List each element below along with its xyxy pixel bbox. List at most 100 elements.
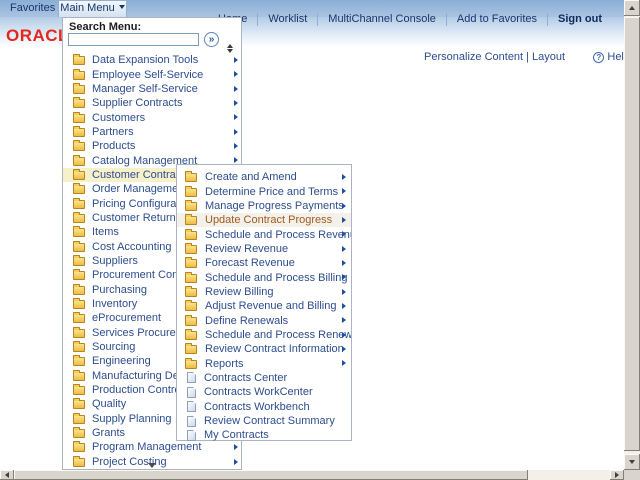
menu-item-label: Update Contract Progress [205, 214, 332, 226]
menu-item-review-contract-summary[interactable]: Review Contract Summary [177, 414, 351, 428]
folder-icon [185, 360, 197, 369]
menu-item-label: Program Management [92, 441, 201, 453]
menu-item-label: Contracts WorkCenter [204, 386, 313, 398]
help-icon: ? [593, 52, 604, 63]
horizontal-scrollbar[interactable] [0, 470, 624, 480]
submenu-arrow-icon [342, 217, 346, 223]
menu-item-adjust-revenue-and-billing[interactable]: Adjust Revenue and Billing [177, 299, 351, 313]
menu-item-label: Production Control [92, 384, 183, 396]
horizontal-scrollbar-thumb[interactable] [14, 470, 528, 480]
menu-item-schedule-and-process-revenue[interactable]: Schedule and Process Revenue [177, 227, 351, 241]
chevron-down-icon [119, 5, 125, 9]
favorites-label: Favorites [10, 2, 55, 14]
submenu-arrow-icon [234, 114, 238, 120]
submenu-arrow-icon [342, 188, 346, 194]
menu-item-data-expansion-tools[interactable]: Data Expansion Tools [63, 53, 241, 67]
menu-item-manager-self-service[interactable]: Manager Self-Service [63, 82, 241, 96]
nav-link-add-to-favorites[interactable]: Add to Favorites [446, 13, 547, 26]
menu-item-schedule-and-process-renewals[interactable]: Schedule and Process Renewals [177, 328, 351, 342]
folder-icon [185, 331, 197, 340]
menu-item-manage-progress-payments[interactable]: Manage Progress Payments [177, 199, 351, 213]
menu-level2-list: Create and Amend Determine Price and Term… [177, 170, 351, 443]
menu-item-review-revenue[interactable]: Review Revenue [177, 242, 351, 256]
menu-item-customers[interactable]: Customers [63, 110, 241, 124]
arrow-up-icon [629, 6, 635, 10]
menu-resize-handle-icon[interactable] [226, 44, 233, 53]
vertical-scrollbar-thumb[interactable] [624, 17, 640, 451]
submenu-arrow-icon [342, 289, 346, 295]
scroll-up-button[interactable] [624, 0, 640, 16]
scroll-left-button[interactable] [0, 470, 14, 480]
menu-item-label: Supply Planning [92, 413, 172, 425]
document-icon [187, 372, 196, 383]
menu-item-review-billing[interactable]: Review Billing [177, 285, 351, 299]
folder-icon [185, 317, 197, 326]
personalize-link-personalize-content[interactable]: Personalize Content [424, 51, 523, 63]
menu-item-label: Manager Self-Service [92, 83, 198, 95]
menu-item-label: Contracts Center [204, 372, 287, 384]
menu-item-label: Items [92, 226, 119, 238]
main-menu-button[interactable]: Main Menu [58, 0, 127, 17]
folder-icon [185, 231, 197, 240]
folder-icon [185, 216, 197, 225]
submenu-arrow-icon [234, 459, 238, 465]
menu-item-label: Engineering [92, 355, 151, 367]
vertical-scrollbar[interactable] [624, 0, 640, 470]
search-go-button[interactable]: » [204, 32, 219, 47]
menu-item-contracts-center[interactable]: Contracts Center [177, 371, 351, 385]
folder-icon [73, 415, 85, 424]
folder-icon [73, 56, 85, 65]
customer-contracts-submenu: Create and Amend Determine Price and Term… [176, 164, 352, 441]
nav-link-sign-out[interactable]: Sign out [547, 13, 612, 26]
menu-item-label: Review Revenue [205, 243, 288, 255]
search-input[interactable] [68, 33, 199, 46]
folder-icon [185, 202, 197, 211]
scroll-down-button[interactable] [624, 454, 640, 470]
personalize-link-layout[interactable]: Layout [532, 51, 565, 63]
folder-icon [73, 300, 85, 309]
folder-icon [185, 188, 197, 197]
folder-icon [73, 71, 85, 80]
menu-item-label: Determine Price and Terms [205, 186, 338, 198]
folder-icon [73, 142, 85, 151]
scroll-down-indicator-icon[interactable] [148, 463, 156, 468]
menu-item-label: Schedule and Process Revenue [205, 229, 351, 241]
menu-item-my-contracts[interactable]: My Contracts [177, 428, 351, 442]
folder-icon [73, 228, 85, 237]
menu-item-label: Order Management [92, 183, 187, 195]
submenu-arrow-icon [342, 260, 346, 266]
menu-item-partners[interactable]: Partners [63, 125, 241, 139]
menu-item-review-contract-information[interactable]: Review Contract Information [177, 342, 351, 356]
menu-item-employee-self-service[interactable]: Employee Self-Service [63, 67, 241, 81]
folder-icon [73, 271, 85, 280]
arrow-left-icon [5, 472, 9, 478]
menu-item-label: Purchasing [92, 284, 147, 296]
menu-item-label: Customers [92, 112, 145, 124]
menu-item-create-and-amend[interactable]: Create and Amend [177, 170, 351, 184]
menu-item-forecast-revenue[interactable]: Forecast Revenue [177, 256, 351, 270]
submenu-arrow-icon [342, 360, 346, 366]
document-icon [187, 416, 196, 427]
nav-link-worklist[interactable]: Worklist [257, 13, 317, 26]
submenu-arrow-icon [234, 129, 238, 135]
menu-item-contracts-workcenter[interactable]: Contracts WorkCenter [177, 385, 351, 399]
main-menu-label: Main Menu [60, 2, 114, 14]
menu-item-contracts-workbench[interactable]: Contracts Workbench [177, 400, 351, 414]
menu-item-label: eProcurement [92, 312, 161, 324]
menu-item-define-renewals[interactable]: Define Renewals [177, 313, 351, 327]
submenu-arrow-icon [342, 303, 346, 309]
menu-item-reports[interactable]: Reports [177, 356, 351, 370]
menu-item-supplier-contracts[interactable]: Supplier Contracts [63, 96, 241, 110]
scroll-right-button[interactable] [610, 470, 624, 480]
folder-icon [185, 245, 197, 254]
menu-item-schedule-and-process-billing[interactable]: Schedule and Process Billing [177, 270, 351, 284]
menu-item-update-contract-progress[interactable]: Update Contract Progress [177, 213, 351, 227]
nav-link-multichannel-console[interactable]: MultiChannel Console [317, 13, 446, 26]
submenu-arrow-icon [342, 203, 346, 209]
menu-item-products[interactable]: Products [63, 139, 241, 153]
menu-item-label: Contracts Workbench [204, 401, 310, 413]
submenu-arrow-icon [342, 317, 346, 323]
folder-icon [185, 345, 197, 354]
submenu-arrow-icon [342, 274, 346, 280]
menu-item-determine-price-and-terms[interactable]: Determine Price and Terms [177, 184, 351, 198]
